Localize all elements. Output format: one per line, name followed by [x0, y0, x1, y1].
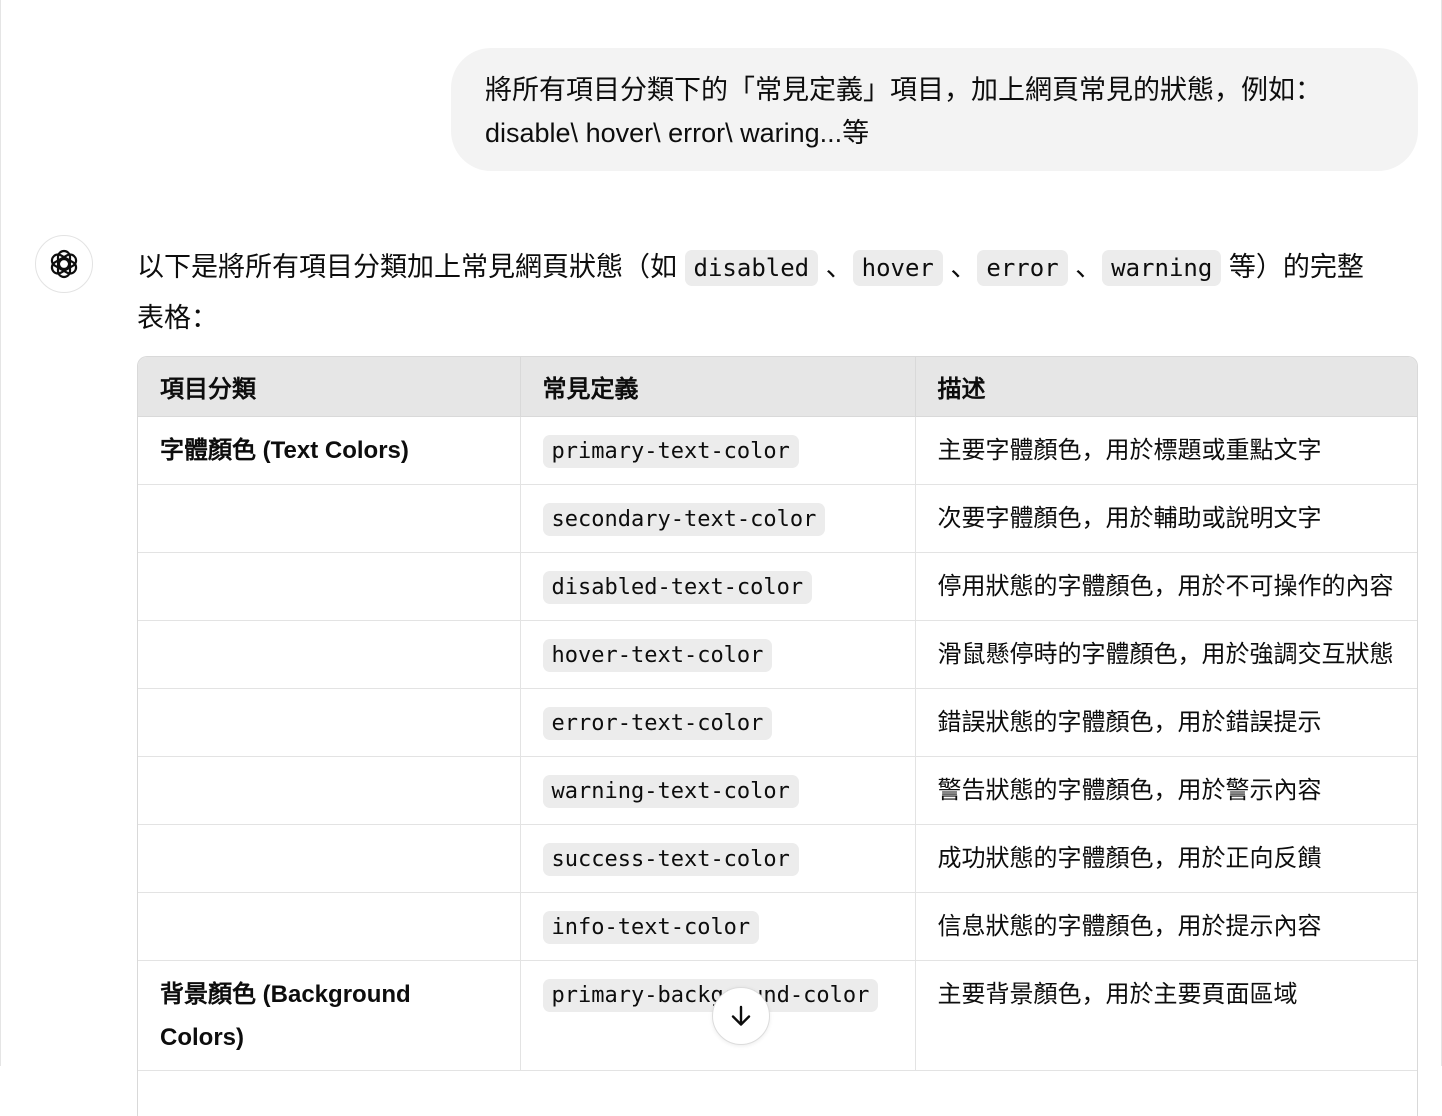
inline-code-disabled: disabled [684, 250, 819, 286]
inline-code-definition: info-text-color [542, 910, 760, 944]
cell-description: 錯誤狀態的字體顏色，用於錯誤提示 [915, 688, 1417, 757]
inline-code-definition: secondary-text-color [542, 502, 826, 536]
table-row: warning-text-color 警告狀態的字體顏色，用於警示內容 [138, 756, 1417, 825]
inline-code-definition: success-text-color [542, 842, 799, 876]
header-description: 描述 [915, 357, 1417, 417]
cell-description: 警告狀態的字體顏色，用於警示內容 [915, 756, 1417, 825]
header-definition: 常見定義 [520, 357, 916, 417]
cell-category [138, 756, 521, 825]
inline-code-hover: hover [852, 250, 943, 286]
table-row: hover-text-color 滑鼠懸停時的字體顏色，用於強調交互狀態 [138, 620, 1417, 689]
cell-category [138, 688, 521, 757]
cell-description: 信息狀態的字體顏色，用於提示內容 [915, 892, 1417, 961]
cell-definition: hover-text-color [520, 620, 916, 689]
cell-category [138, 824, 521, 893]
cell-description: 成功狀態的字體顏色，用於正向反饋 [915, 824, 1417, 893]
table-row: info-text-color 信息狀態的字體顏色，用於提示內容 [138, 892, 1417, 961]
cell-description: 滑鼠懸停時的字體顏色，用於強調交互狀態 [915, 620, 1417, 689]
table-row: disabled-text-color 停用狀態的字體顏色，用於不可操作的內容 [138, 552, 1417, 621]
inline-code-definition: primary-text-color [542, 434, 799, 468]
definitions-table: 項目分類 常見定義 描述 字體顏色 (Text Colors) primary-t… [137, 356, 1418, 1116]
cell-description: 主要字體顏色，用於標題或重點文字 [915, 416, 1417, 485]
table-row: error-text-color 錯誤狀態的字體顏色，用於錯誤提示 [138, 688, 1417, 757]
inline-code-definition: error-text-color [542, 706, 773, 740]
cell-definition: error-text-color [520, 688, 916, 757]
cell-definition: secondary-text-color [520, 484, 916, 553]
cell-description: 次要字體顏色，用於輔助或說明文字 [915, 484, 1417, 553]
cell-category [138, 892, 521, 961]
cell-definition: disabled-text-color [520, 552, 916, 621]
inline-code-warning: warning [1102, 250, 1222, 286]
cell-category [138, 484, 521, 553]
cell-definition: success-text-color [520, 824, 916, 893]
intro-text: 等）的完整 [1221, 252, 1364, 282]
table-row: secondary-text-color 次要字體顏色，用於輔助或說明文字 [138, 484, 1417, 553]
header-category: 項目分類 [138, 357, 521, 417]
cell-category: 背景顏色 (Background Colors) [138, 960, 521, 1071]
cell-category [138, 552, 521, 621]
table-row: success-text-color 成功狀態的字體顏色，用於正向反饋 [138, 824, 1417, 893]
inline-code-definition: primary-background-color [542, 978, 879, 1012]
scroll-to-bottom-button[interactable] [712, 987, 770, 1045]
inline-code-definition: warning-text-color [542, 774, 799, 808]
intro-text: 以下是將所有項目分類加上常見網頁狀態（如 [137, 252, 685, 282]
inline-code-definition: disabled-text-color [542, 570, 813, 604]
arrow-down-icon [731, 1005, 751, 1026]
cell-definition: primary-text-color [520, 416, 916, 485]
cell-category: 字體顏色 (Text Colors) [138, 416, 521, 485]
cell-definition: info-text-color [520, 892, 916, 961]
cell-description: 主要背景顏色，用於主要頁面區域 [915, 960, 1417, 1071]
openai-logo-icon [50, 249, 78, 279]
table-row: 背景顏色 (Background Colors) primary-backgrou… [138, 960, 1417, 1071]
inline-code-definition: hover-text-color [542, 638, 773, 672]
inline-code-error: error [977, 250, 1068, 286]
user-message-line-2: disable\ hover\ error\ waring...等 [485, 118, 870, 148]
user-message-bubble: 將所有項目分類下的「常見定義」項目，加上網頁常見的狀態，例如： disable\… [451, 48, 1418, 171]
user-message-line-1: 將所有項目分類下的「常見定義」項目，加上網頁常見的狀態，例如： [485, 75, 1322, 105]
assistant-intro: 以下是將所有項目分類加上常見網頁狀態（如 disabled 、 hover 、 er… [137, 242, 1421, 343]
cell-definition: warning-text-color [520, 756, 916, 825]
intro-separator: 、 [1067, 252, 1103, 282]
intro-separator: 、 [818, 252, 853, 282]
assistant-intro-line-2: 表格： [137, 303, 218, 333]
table-row: 字體顏色 (Text Colors) primary-text-color 主要字體… [138, 416, 1417, 485]
table-header-row: 項目分類 常見定義 描述 [138, 357, 1417, 417]
intro-separator: 、 [942, 252, 978, 282]
assistant-avatar [35, 235, 93, 293]
assistant-intro-line-1: 以下是將所有項目分類加上常見網頁狀態（如 disabled 、 hover 、 er… [137, 242, 1421, 293]
cell-description: 停用狀態的字體顏色，用於不可操作的內容 [915, 552, 1417, 621]
cell-category [138, 620, 521, 689]
